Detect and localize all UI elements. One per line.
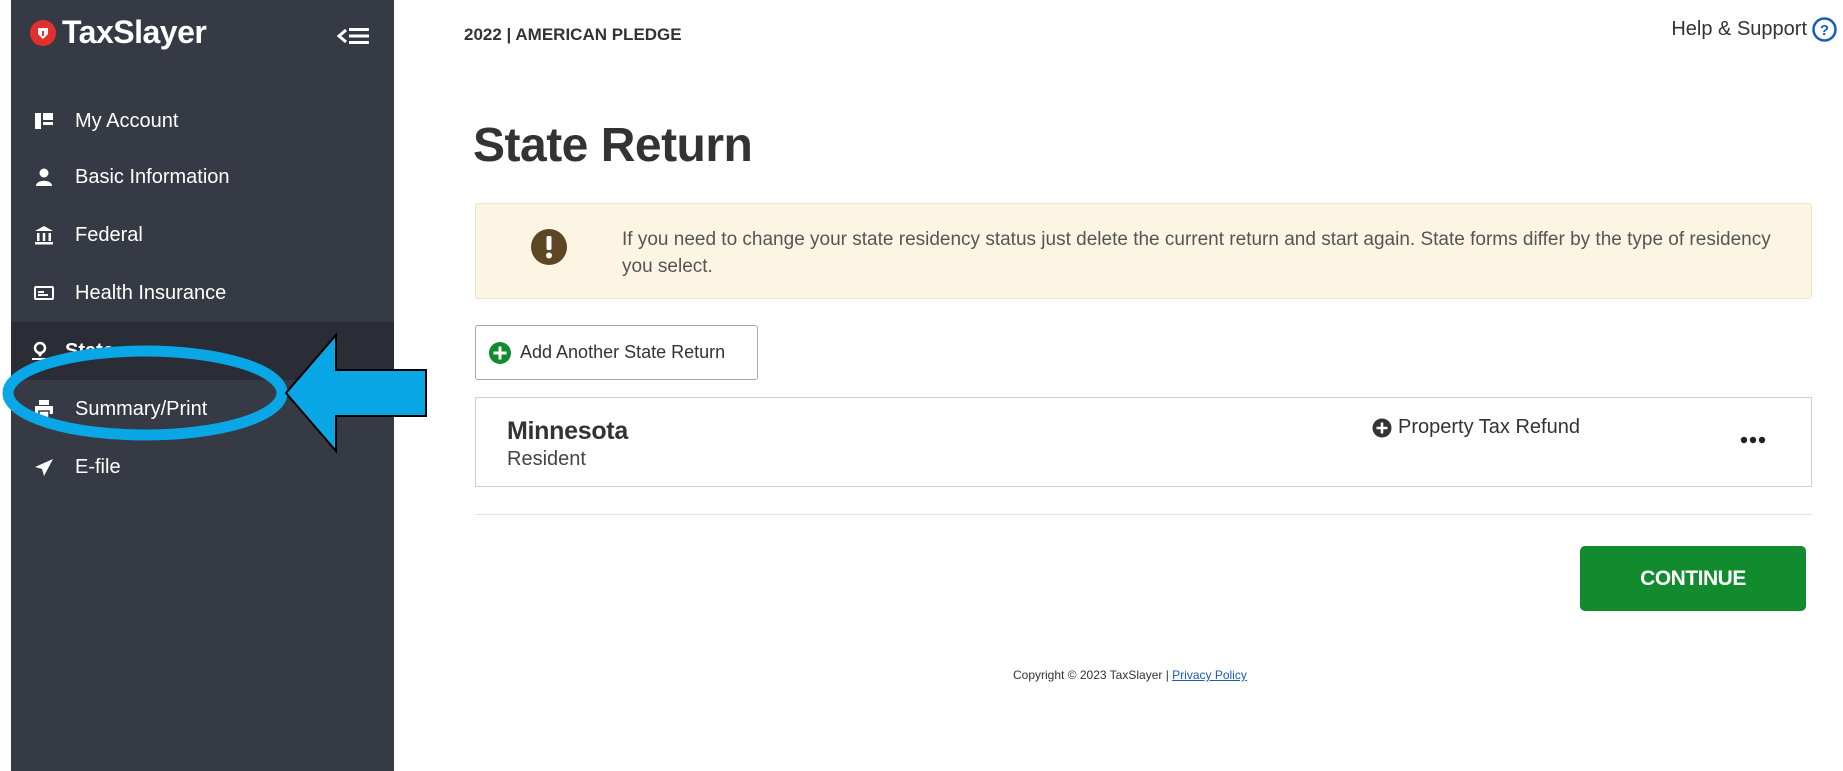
exclamation-icon [530,228,568,266]
sidebar-item-health-insurance[interactable]: Health Insurance [11,264,394,322]
state-return-card: Minnesota Resident Property Tax Refund [475,397,1812,487]
card-icon [33,282,55,304]
notice-text: If you need to change your state residen… [622,229,1771,277]
svg-text:?: ? [1820,22,1829,39]
brand-name: TaxSlayer [62,14,207,50]
sidebar-item-label: State [65,339,114,362]
sidebar-item-summary-print[interactable]: Summary/Print [11,380,394,438]
printer-icon [33,398,55,420]
account-icon [33,110,55,132]
sidebar-item-label: My Account [75,109,179,132]
taxslayer-logo-icon [30,19,56,46]
continue-button[interactable]: CONTINUE [1580,546,1806,611]
sidebar-item-label: Federal [75,223,143,246]
page-title: State Return [473,119,753,172]
divider [475,514,1812,515]
more-options-icon[interactable] [1738,428,1768,452]
residency-type: Resident [507,448,586,470]
property-tax-refund-link[interactable]: Property Tax Refund [1372,416,1580,439]
property-tax-refund-label: Property Tax Refund [1398,416,1580,438]
sidebar: TaxSlayer My Account Basic Information F… [11,0,394,771]
help-support-link[interactable]: Help & Support ? [1671,17,1837,42]
sidebar-item-state[interactable]: State [11,322,394,380]
sidebar-item-label: Summary/Print [75,397,208,420]
person-icon [33,166,55,188]
brand[interactable]: TaxSlayer [30,14,207,51]
help-circle-icon: ? [1812,17,1837,42]
sidebar-item-label: E-file [75,455,121,478]
send-icon [33,456,55,478]
plus-circle-icon [488,341,512,365]
plus-circle-icon [1372,418,1392,438]
state-name: Minnesota [507,417,628,445]
collapse-menu-icon[interactable] [336,22,372,50]
bank-icon [33,224,55,246]
sidebar-item-federal[interactable]: Federal [11,206,394,264]
footer: Copyright © 2023 TaxSlayer | Privacy Pol… [1013,668,1247,682]
add-state-return-label: Add Another State Return [520,342,726,362]
location-pin-icon [29,340,51,362]
sidebar-item-my-account[interactable]: My Account [11,92,394,150]
sidebar-item-basic-information[interactable]: Basic Information [11,148,394,206]
copyright-text: Copyright © 2023 TaxSlayer | [1013,668,1173,682]
sidebar-item-label: Health Insurance [75,281,227,304]
help-support-label: Help & Support [1671,18,1807,40]
privacy-policy-link[interactable]: Privacy Policy [1172,668,1247,682]
add-state-return-button[interactable]: Add Another State Return [475,325,758,380]
sidebar-item-label: Basic Information [75,165,230,188]
residency-notice: If you need to change your state residen… [475,203,1812,299]
return-title: 2022 | AMERICAN PLEDGE [464,25,682,44]
sidebar-item-e-file[interactable]: E-file [11,438,394,496]
